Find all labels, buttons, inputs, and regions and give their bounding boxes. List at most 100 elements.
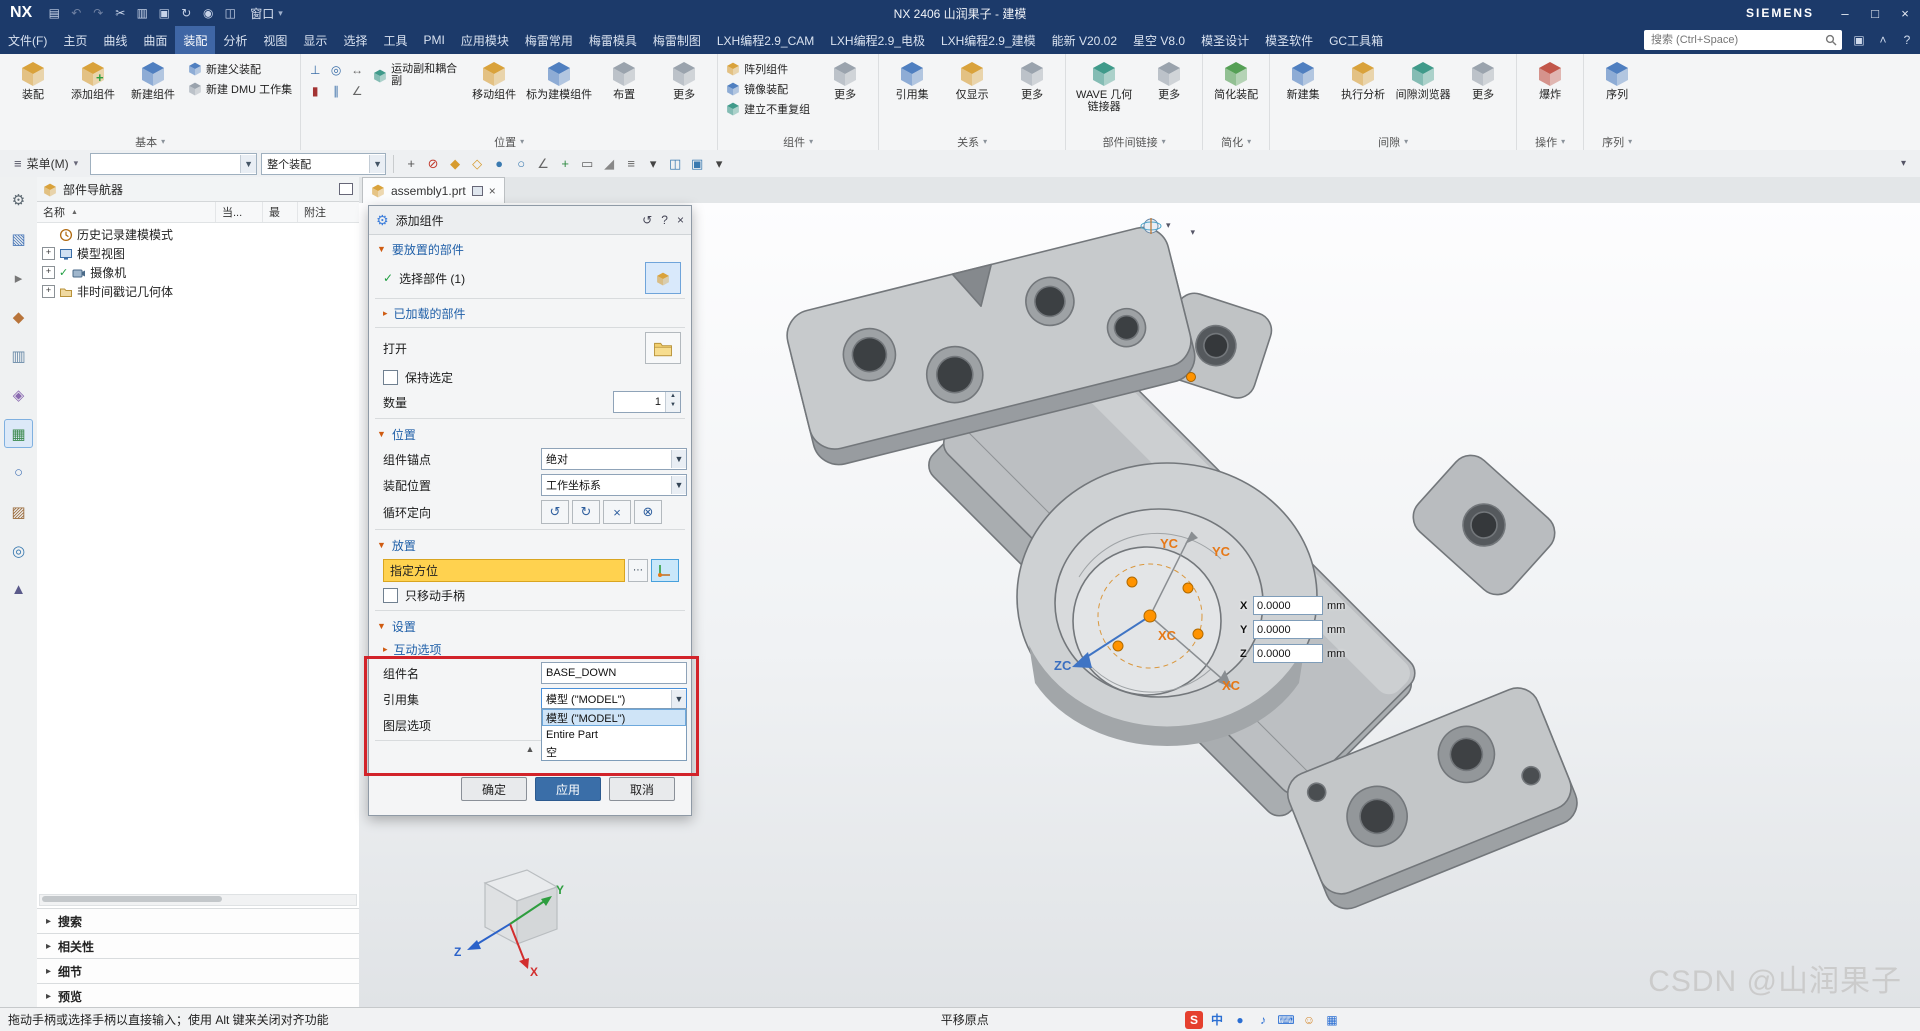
reference-set-select[interactable]: 模型 ("MODEL") ▼ — [541, 688, 687, 710]
move-handles-checkbox[interactable] — [383, 587, 398, 603]
midpoint-snap-icon[interactable]: ◆ — [445, 154, 465, 174]
coordinate-input[interactable]: 0.0000 — [1253, 596, 1323, 615]
part-navigator-icon[interactable]: ▦ — [4, 419, 33, 448]
cancel-button[interactable]: 取消 — [609, 777, 675, 801]
paste-icon[interactable]: ▣ — [154, 2, 174, 24]
menu-tab[interactable]: 梅雷常用 — [517, 26, 581, 54]
part-tab-assembly1[interactable]: assembly1.prt × — [362, 177, 505, 203]
move-component-button[interactable]: 移动组件 — [465, 56, 523, 104]
selection-scope-combo[interactable]: 整个装配 ▼ — [261, 152, 387, 175]
column-header[interactable]: 附注 — [298, 202, 359, 222]
expand-icon[interactable]: + — [42, 266, 55, 279]
rotate-ccw-button[interactable]: ↺ — [541, 500, 569, 524]
menu-tab[interactable]: 分析 — [215, 26, 255, 54]
new-component-button[interactable]: 新建组件 — [124, 56, 182, 104]
rotate-handle[interactable] — [1182, 582, 1194, 594]
menu-tab[interactable]: GC工具箱 — [1321, 26, 1391, 54]
menu-tab[interactable]: LXH编程2.9_电极 — [822, 26, 933, 54]
unique-group-button[interactable]: 建立不重复组 — [722, 99, 814, 118]
navigator-section[interactable]: ▸ 相关性 — [37, 933, 359, 958]
more-relation-button[interactable]: 更多 — [1003, 56, 1061, 104]
section-placement[interactable]: ▼ 放置 — [375, 533, 685, 557]
keep-selected-row[interactable]: 保持选定 — [375, 365, 685, 389]
simplify-assembly-button[interactable]: 简化装配 — [1207, 56, 1265, 104]
tree-row-model-views[interactable]: + 模型视图 — [37, 244, 359, 263]
float-window-icon[interactable] — [471, 185, 483, 196]
snap-list-icon[interactable]: ≡ — [621, 154, 641, 174]
selection-icon[interactable]: ▸ — [4, 263, 33, 292]
menu-button[interactable]: ≡ 菜单(M) ▾ — [6, 153, 86, 174]
mirror-assembly-button[interactable]: 镜像装配 — [722, 79, 814, 98]
menu-tab[interactable]: 模圣软件 — [1257, 26, 1321, 54]
help-icon[interactable]: ? — [1896, 29, 1918, 51]
reference-sets-button[interactable]: 引用集 — [883, 56, 941, 104]
fix-icon[interactable]: ▮ — [305, 81, 325, 101]
coordinate-input[interactable]: 0.0000 — [1253, 620, 1323, 639]
chevron-down-icon[interactable]: ▾ — [1191, 227, 1196, 238]
touch-align-icon[interactable]: ⊥ — [305, 60, 325, 80]
explode-button[interactable]: 爆炸 — [1521, 56, 1579, 104]
perform-analysis-button[interactable]: 执行分析 — [1334, 56, 1392, 104]
rotate-handle[interactable] — [1112, 640, 1124, 652]
navigator-section[interactable]: ▸ 搜索 — [37, 908, 359, 933]
spinner-arrows-icon[interactable]: ▲ ▼ — [665, 392, 680, 412]
rotate-handle[interactable] — [1192, 628, 1204, 640]
chevron-down-icon[interactable]: ▾ — [1166, 220, 1171, 231]
sogou-input-icon[interactable]: S — [1185, 1010, 1203, 1029]
palette-icon[interactable]: ◆ — [4, 302, 33, 331]
angle-snap-icon[interactable]: ∠ — [533, 154, 553, 174]
role-icon[interactable]: ⚙ — [4, 185, 33, 214]
distance-icon[interactable]: ↔ — [347, 60, 367, 80]
intersection-snap-icon[interactable]: + — [555, 154, 575, 174]
save-icon[interactable]: ▤ — [44, 2, 64, 24]
section-interaction-options[interactable]: ▸ 互动选项 — [375, 638, 685, 660]
body-select-icon[interactable]: ▣ — [687, 154, 707, 174]
clearance-browser-button[interactable]: 间隙浏览器 — [1394, 56, 1452, 104]
triangle-snap-icon[interactable]: ◢ — [599, 154, 619, 174]
search-input[interactable] — [1649, 33, 1825, 47]
dropdown-option[interactable]: 空 — [542, 743, 686, 760]
mark-modeling-button[interactable]: 标为建模组件 — [525, 56, 593, 104]
concentric-icon[interactable]: ◎ — [326, 60, 346, 80]
close-button[interactable]: × — [1890, 0, 1920, 26]
section-part-to-place[interactable]: ▼ 要放置的部件 — [375, 237, 685, 261]
assembly-navigator-icon[interactable]: ▧ — [4, 224, 33, 253]
menu-tab[interactable]: PMI — [415, 26, 452, 54]
component-select-icon[interactable]: ◫ — [665, 154, 685, 174]
selection-filter-combo[interactable]: ▼ — [90, 152, 258, 175]
touch-icon[interactable]: ▲ — [4, 575, 33, 604]
column-header[interactable]: 名称 — [37, 202, 216, 222]
x-axis-handle[interactable] — [1149, 615, 1229, 685]
new-set-button[interactable]: 新建集 — [1274, 56, 1332, 104]
menu-tab[interactable]: 能新 V20.02 — [1044, 26, 1125, 54]
move-handles-row[interactable]: 只移动手柄 — [375, 583, 685, 607]
arrangements-button[interactable]: 布置 — [595, 56, 653, 104]
assemblies-button[interactable]: 装配 — [4, 56, 62, 104]
scrollbar-thumb[interactable] — [42, 896, 222, 902]
assembly-position-select[interactable]: 工作坐标系 ▼ — [541, 474, 687, 496]
menu-tab[interactable]: 曲面 — [135, 26, 175, 54]
expand-icon[interactable]: + — [42, 285, 55, 298]
dialog-title-bar[interactable]: ⚙ 添加组件 ↺ ? × — [369, 206, 691, 235]
dropdown-option[interactable]: Entire Part — [542, 726, 686, 743]
pattern-component-button[interactable]: 阵列组件 — [722, 59, 814, 78]
more-interpart-button[interactable]: 更多 — [1140, 56, 1198, 104]
tree-row-history-mode[interactable]: 历史记录建模模式 — [37, 225, 359, 244]
expand-icon[interactable]: + — [42, 247, 55, 260]
close-tab-icon[interactable]: × — [489, 184, 496, 198]
voice-input-icon[interactable]: ♪ — [1254, 1011, 1272, 1029]
center-snap-icon[interactable]: ● — [489, 154, 509, 174]
layout-icon[interactable]: ▣ — [1848, 29, 1870, 51]
copy-icon[interactable]: ▥ — [132, 2, 152, 24]
menu-tab[interactable]: 选择 — [335, 26, 375, 54]
add-component-button[interactable]: + 添加组件 — [64, 56, 122, 104]
z-axis-handle[interactable] — [1081, 615, 1151, 661]
horizontal-scrollbar[interactable] — [39, 894, 357, 906]
help-icon[interactable]: ? — [661, 213, 668, 227]
face-snap-icon[interactable]: ▭ — [577, 154, 597, 174]
origin-handle[interactable] — [1143, 609, 1157, 623]
select-part-row[interactable]: ✓ 选择部件 (1) — [375, 261, 685, 295]
maximize-button[interactable]: □ — [1860, 0, 1890, 26]
reset-icon[interactable]: ↺ — [642, 213, 652, 227]
view-globe-icon[interactable] — [1140, 215, 1162, 237]
